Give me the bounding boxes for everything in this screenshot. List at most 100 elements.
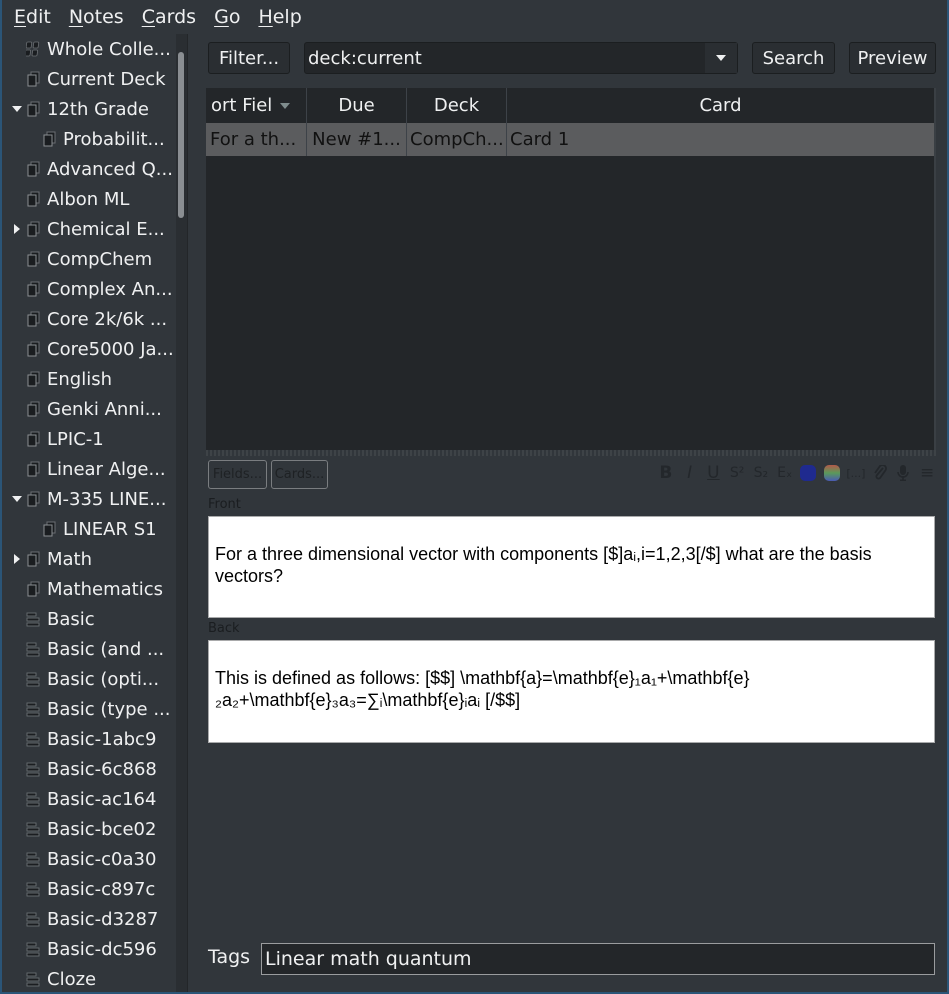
column-header-deck[interactable]: Deck bbox=[407, 88, 507, 123]
sidebar-item[interactable]: Basic (opti... bbox=[4, 664, 176, 694]
sidebar-item[interactable]: Genki Anni... bbox=[4, 394, 176, 424]
search-button[interactable]: Search bbox=[752, 42, 835, 74]
sidebar-item[interactable]: Linear Alge... bbox=[4, 454, 176, 484]
bold-icon[interactable]: B bbox=[654, 461, 678, 485]
underline-icon[interactable]: U bbox=[702, 461, 726, 485]
sidebar-item[interactable]: Cloze bbox=[4, 964, 176, 992]
sidebar-item-label: Whole Colle... bbox=[47, 38, 171, 60]
note-type-icon bbox=[26, 671, 40, 687]
note-type-icon bbox=[26, 821, 40, 837]
search-history-dropdown[interactable] bbox=[705, 43, 737, 73]
browser-window: Edit Notes Cards Go Help Whole Colle... Curre… bbox=[0, 0, 949, 994]
sidebar-item[interactable]: Basic (type ... bbox=[4, 694, 176, 724]
sidebar-item[interactable]: LINEAR S1 bbox=[4, 514, 176, 544]
expand-arrow-down-icon[interactable] bbox=[12, 104, 22, 114]
sidebar-item-label: Basic (opti... bbox=[47, 668, 160, 690]
more-menu-icon[interactable]: ≡ bbox=[915, 461, 939, 485]
sidebar-item[interactable]: Advanced Q... bbox=[4, 154, 176, 184]
sidebar-item[interactable]: English bbox=[4, 364, 176, 394]
back-field[interactable]: This is defined as follows: [$$] \mathbf… bbox=[208, 640, 935, 743]
sidebar-item[interactable]: Basic-1abc9 bbox=[4, 724, 176, 754]
sidebar-item[interactable]: Albon ML bbox=[4, 184, 176, 214]
sidebar-item-label: Albon ML bbox=[47, 188, 130, 210]
sidebar-item-label: Linear Alge... bbox=[47, 458, 166, 480]
sidebar-item-label: LINEAR S1 bbox=[63, 518, 157, 540]
sidebar-item[interactable]: Basic-c897c bbox=[4, 874, 176, 904]
deck-icon bbox=[42, 521, 56, 537]
italic-icon[interactable]: I bbox=[678, 461, 702, 485]
deck-icon bbox=[26, 371, 40, 387]
attach-icon[interactable] bbox=[868, 461, 892, 485]
note-type-icon bbox=[26, 761, 40, 777]
sidebar-item-label: Basic-dc596 bbox=[47, 938, 157, 960]
sidebar-item[interactable]: LPIC-1 bbox=[4, 424, 176, 454]
cards-button[interactable]: Cards... bbox=[271, 460, 328, 489]
sidebar-item-label: Basic-6c868 bbox=[47, 758, 157, 780]
sidebar-scrollbar-thumb[interactable] bbox=[178, 52, 184, 218]
fields-button[interactable]: Fields... bbox=[208, 460, 267, 489]
sidebar-item[interactable]: Basic-ac164 bbox=[4, 784, 176, 814]
column-header-due[interactable]: Due bbox=[307, 88, 407, 123]
sidebar-item[interactable]: Basic-d3287 bbox=[4, 904, 176, 934]
note-type-icon bbox=[26, 911, 40, 927]
note-type-icon bbox=[26, 641, 40, 657]
sidebar-item[interactable]: CompChem bbox=[4, 244, 176, 274]
menu-go[interactable]: Go bbox=[214, 6, 240, 28]
deck-icon bbox=[26, 461, 40, 477]
menu-help[interactable]: Help bbox=[258, 6, 301, 28]
note-type-icon bbox=[26, 701, 40, 717]
column-header-card[interactable]: Card bbox=[507, 88, 934, 123]
front-field[interactable]: For a three dimensional vector with comp… bbox=[208, 516, 935, 618]
sidebar-item-label: Probabilit... bbox=[63, 128, 165, 150]
menu-edit[interactable]: Edit bbox=[14, 6, 51, 28]
sidebar-item[interactable]: Basic bbox=[4, 604, 176, 634]
sidebar-item[interactable]: Current Deck bbox=[4, 64, 176, 94]
expand-arrow-down-icon[interactable] bbox=[12, 494, 22, 504]
sidebar-item[interactable]: Basic (and ... bbox=[4, 634, 176, 664]
deck-icon bbox=[26, 101, 40, 117]
search-input[interactable] bbox=[305, 43, 705, 73]
deck-icon bbox=[42, 131, 56, 147]
highlight-color-button[interactable] bbox=[820, 461, 844, 485]
search-combo[interactable] bbox=[304, 42, 738, 74]
clear-format-icon[interactable]: Eₓ bbox=[773, 461, 797, 485]
cell-card: Card 1 bbox=[510, 129, 570, 150]
expand-arrow-right-icon[interactable] bbox=[12, 554, 22, 564]
sidebar-item[interactable]: Math bbox=[4, 544, 176, 574]
filter-button[interactable]: Filter... bbox=[208, 42, 290, 74]
sidebar-item[interactable]: Probabilit... bbox=[4, 124, 176, 154]
sidebar-item[interactable]: Core5000 Ja... bbox=[4, 334, 176, 364]
sidebar-item[interactable]: Basic-6c868 bbox=[4, 754, 176, 784]
superscript-icon[interactable]: S² bbox=[725, 461, 749, 485]
sidebar-item[interactable]: Whole Colle... bbox=[4, 34, 176, 64]
preview-button[interactable]: Preview bbox=[849, 42, 936, 74]
sidebar-item[interactable]: M-335 LINE... bbox=[4, 484, 176, 514]
deck-icon bbox=[26, 581, 40, 597]
menu-cards[interactable]: Cards bbox=[142, 6, 196, 28]
sidebar-item-label: Basic (and ... bbox=[47, 638, 165, 660]
sidebar-item[interactable]: Mathematics bbox=[4, 574, 176, 604]
menu-label-rest: elp bbox=[272, 6, 302, 28]
sidebar-item[interactable]: Basic-c0a30 bbox=[4, 844, 176, 874]
note-type-icon bbox=[26, 851, 40, 867]
pane-splitter[interactable] bbox=[206, 450, 936, 456]
tags-input[interactable] bbox=[261, 943, 935, 975]
subscript-icon[interactable]: S₂ bbox=[749, 461, 773, 485]
record-audio-icon[interactable] bbox=[892, 461, 916, 485]
sidebar-item[interactable]: Basic-bce02 bbox=[4, 814, 176, 844]
deck-icon bbox=[26, 281, 40, 297]
expand-arrow-right-icon[interactable] bbox=[12, 224, 22, 234]
text-color-button[interactable] bbox=[797, 461, 821, 485]
sidebar-item[interactable]: Basic-dc596 bbox=[4, 934, 176, 964]
column-header-sort-field[interactable]: ort Fiel bbox=[206, 88, 307, 123]
sidebar-item[interactable]: Complex An... bbox=[4, 274, 176, 304]
table-row[interactable]: For a th... New #1... CompCh... Card 1 bbox=[206, 123, 934, 156]
sidebar-item-label: CompChem bbox=[47, 248, 153, 270]
menu-mnemonic: E bbox=[14, 6, 27, 28]
sidebar-item[interactable]: 12th Grade bbox=[4, 94, 176, 124]
cell-due: New #1... bbox=[307, 123, 407, 156]
cloze-icon[interactable]: [...] bbox=[844, 461, 868, 485]
menu-notes[interactable]: Notes bbox=[69, 6, 124, 28]
sidebar-item[interactable]: Core 2k/6k ... bbox=[4, 304, 176, 334]
sidebar-item[interactable]: Chemical E... bbox=[4, 214, 176, 244]
